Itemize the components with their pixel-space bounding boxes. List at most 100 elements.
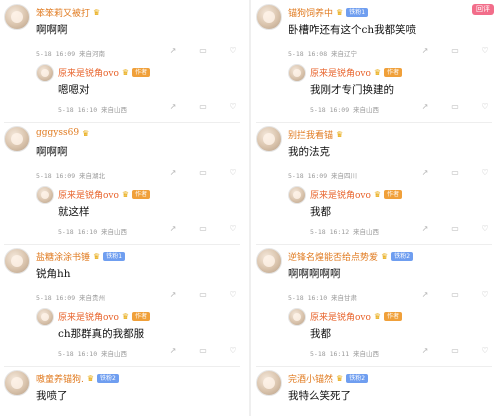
comment-author-name[interactable]: 原来是锐角ovo: [58, 66, 119, 79]
like-icon[interactable]: ♡: [480, 168, 490, 177]
reply-avatar[interactable]: [288, 186, 306, 204]
like-icon[interactable]: ♡: [480, 102, 490, 111]
comment-meta: 5-18 16:10 来自甘肃: [288, 294, 358, 302]
share-icon[interactable]: ↗: [420, 290, 430, 299]
comment-author-name[interactable]: 原来是锐角ovo: [310, 188, 371, 201]
avatar-face: [41, 313, 49, 321]
crown-icon: ♛: [121, 190, 130, 199]
comment-icon[interactable]: ▭: [450, 290, 460, 299]
avatar-face: [41, 191, 49, 199]
comment-author-row: gggyss69 ♛: [36, 128, 89, 138]
share-icon[interactable]: ↗: [168, 168, 178, 177]
comment-author-name[interactable]: 嗷童养锚狗.: [36, 372, 84, 385]
like-icon[interactable]: ♡: [228, 168, 238, 177]
comment-author-name[interactable]: 锚狗饲养中: [288, 6, 333, 19]
comment-author-name[interactable]: 逆锋名煌能否给点势爱: [288, 250, 378, 263]
like-icon[interactable]: ♡: [228, 46, 238, 55]
comment-text: 我的法克: [288, 146, 330, 158]
reply-badge-button[interactable]: 回评: [472, 4, 494, 15]
like-icon[interactable]: ♡: [228, 102, 238, 111]
like-icon[interactable]: ♡: [480, 346, 490, 355]
comment-author-name[interactable]: 原来是锐角ovo: [310, 310, 371, 323]
comment-actions: ↗ ▭ ♡: [420, 224, 490, 233]
comment-meta: 5-18 16:10 来自山西: [58, 228, 128, 236]
crown-icon: ♛: [121, 312, 130, 321]
comment-author-row: 别拦我看锚 ♛: [288, 128, 343, 141]
avatar-face: [11, 255, 23, 267]
commenter-avatar[interactable]: [4, 370, 30, 396]
comment-actions: ↗ ▭ ♡: [168, 290, 238, 299]
comment-icon[interactable]: ▭: [198, 346, 208, 355]
reply-avatar[interactable]: [288, 64, 306, 82]
reply-text: 我都: [310, 328, 331, 340]
like-icon[interactable]: ♡: [228, 346, 238, 355]
comment-icon[interactable]: ▭: [450, 102, 460, 111]
fan-badge: 铁粉2: [391, 252, 414, 261]
crown-icon: ♛: [336, 8, 344, 17]
commenter-avatar[interactable]: [4, 126, 30, 152]
comment-actions: ↗ ▭ ♡: [420, 290, 490, 299]
commenter-avatar[interactable]: [256, 4, 282, 30]
reply-avatar[interactable]: [36, 64, 54, 82]
comment-author-name[interactable]: 别拦我看锚: [288, 128, 333, 141]
like-icon[interactable]: ♡: [480, 224, 490, 233]
comment-actions: ↗ ▭ ♡: [420, 46, 490, 55]
share-icon[interactable]: ↗: [168, 224, 178, 233]
share-icon[interactable]: ↗: [168, 346, 178, 355]
comment-author-name[interactable]: 完酒小锚然: [288, 372, 333, 385]
comment-author-row: 原来是锐角ovo ♛ 作者: [310, 188, 403, 201]
comment-actions: ↗ ▭ ♡: [168, 102, 238, 111]
comment-text: 啊啊啊啊啊: [288, 268, 341, 280]
commenter-avatar[interactable]: [256, 248, 282, 274]
comment-meta: 5-18 16:10 来自山西: [58, 106, 128, 114]
like-icon[interactable]: ♡: [228, 290, 238, 299]
comment-icon[interactable]: ▭: [198, 168, 208, 177]
comment-author-name[interactable]: 原来是锐角ovo: [58, 188, 119, 201]
comment-meta: 5-18 16:11 来自山西: [310, 350, 380, 358]
comment-text: 啊啊啊: [36, 24, 68, 36]
comment-icon[interactable]: ▭: [198, 224, 208, 233]
share-icon[interactable]: ↗: [420, 346, 430, 355]
share-icon[interactable]: ↗: [168, 102, 178, 111]
like-icon[interactable]: ♡: [480, 46, 490, 55]
comment-author-name[interactable]: 盐糖涂涂书锤: [36, 250, 90, 263]
comment-meta: 5-18 16:10 来自山西: [58, 350, 128, 358]
commenter-avatar[interactable]: [256, 126, 282, 152]
comment-author-name[interactable]: gggyss69: [36, 128, 79, 138]
share-icon[interactable]: ↗: [420, 168, 430, 177]
comment-author-name[interactable]: 原来是锐角ovo: [58, 310, 119, 323]
avatar-face: [263, 133, 275, 145]
crown-icon: ♛: [373, 190, 382, 199]
share-icon[interactable]: ↗: [168, 46, 178, 55]
comment-author-name[interactable]: 笨笨莉又被打: [36, 6, 90, 19]
share-icon[interactable]: ↗: [420, 46, 430, 55]
share-icon[interactable]: ↗: [420, 102, 430, 111]
avatar-face: [293, 313, 301, 321]
commenter-avatar[interactable]: [4, 248, 30, 274]
comment-actions: ↗ ▭ ♡: [168, 168, 238, 177]
reply-text: 就这样: [58, 206, 90, 218]
fan-badge: 铁粉1: [103, 252, 126, 261]
comment-icon[interactable]: ▭: [450, 346, 460, 355]
comment-meta: 5-18 16:09 来自山西: [310, 106, 380, 114]
crown-icon: ♛: [373, 312, 382, 321]
comment-icon[interactable]: ▭: [198, 290, 208, 299]
share-icon[interactable]: ↗: [420, 224, 430, 233]
share-icon[interactable]: ↗: [168, 290, 178, 299]
avatar-face: [11, 377, 23, 389]
commenter-avatar[interactable]: [256, 370, 282, 396]
crown-icon: ♛: [336, 130, 344, 139]
reply-avatar[interactable]: [36, 186, 54, 204]
comment-author-name[interactable]: 原来是锐角ovo: [310, 66, 371, 79]
commenter-avatar[interactable]: [4, 4, 30, 30]
reply-avatar[interactable]: [36, 308, 54, 326]
comment-author-row: 笨笨莉又被打 ♛: [36, 6, 100, 19]
comment-icon[interactable]: ▭: [450, 224, 460, 233]
like-icon[interactable]: ♡: [480, 290, 490, 299]
reply-avatar[interactable]: [288, 308, 306, 326]
like-icon[interactable]: ♡: [228, 224, 238, 233]
comment-icon[interactable]: ▭: [198, 102, 208, 111]
comment-icon[interactable]: ▭: [198, 46, 208, 55]
comment-icon[interactable]: ▭: [450, 46, 460, 55]
comment-icon[interactable]: ▭: [450, 168, 460, 177]
